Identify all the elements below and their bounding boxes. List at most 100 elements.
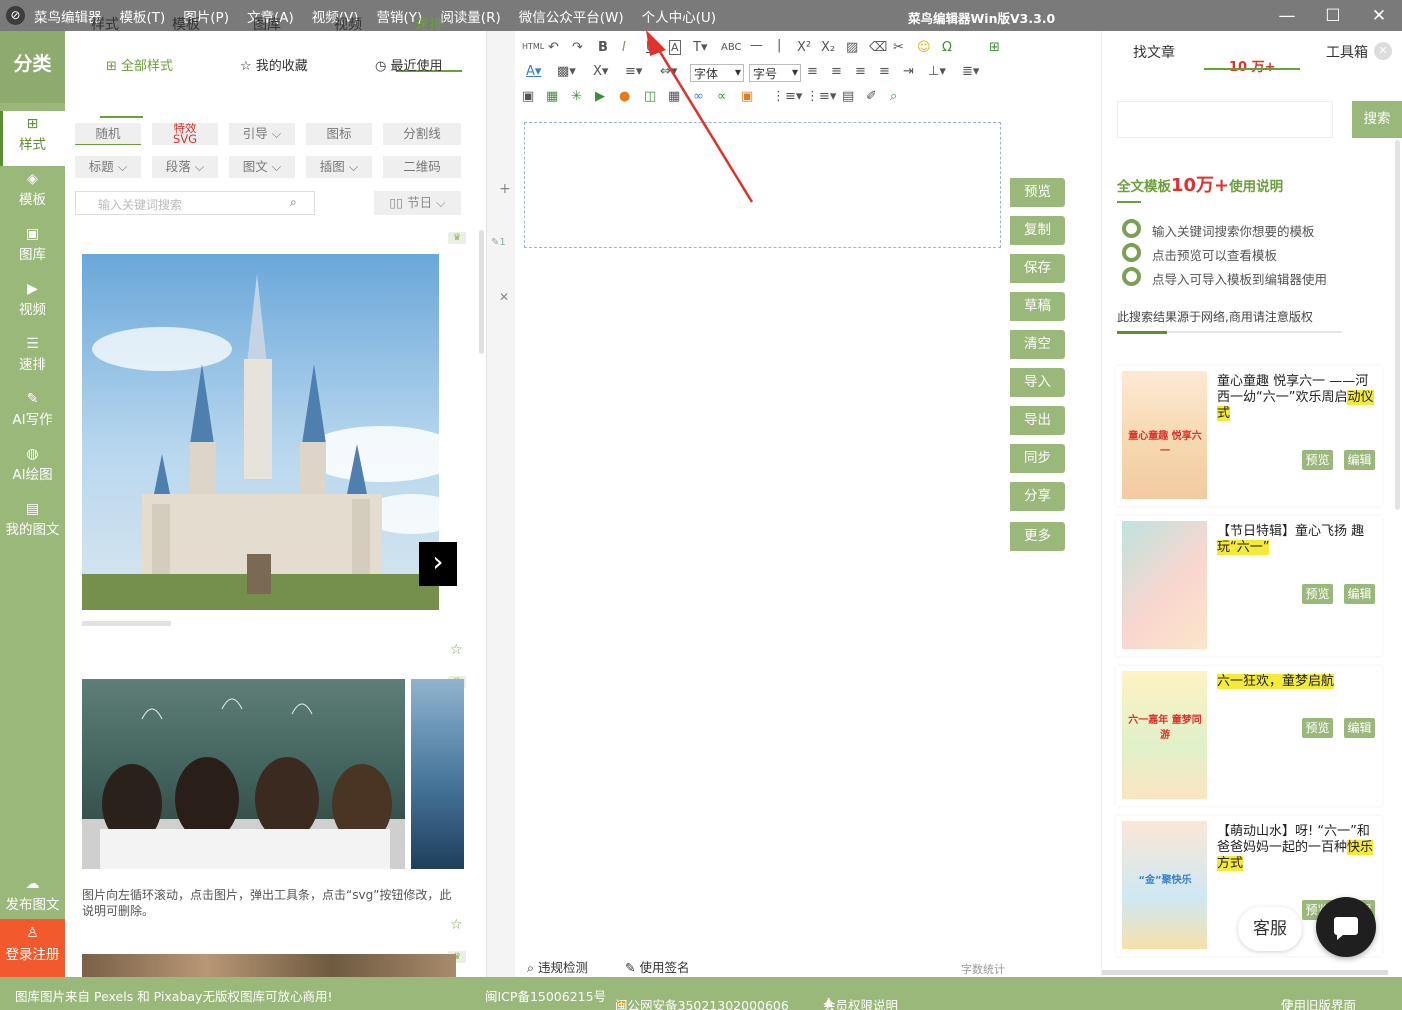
sidebar-item-style[interactable]: ⊞ 样式 <box>0 111 65 166</box>
editor-canvas[interactable] <box>524 122 1001 248</box>
close-icon[interactable]: ✕ <box>1367 4 1391 28</box>
customer-service-button[interactable]: 客服 <box>1238 907 1302 951</box>
menu-readcount[interactable]: 阅读量(R) <box>440 6 500 26</box>
chip-qrcode[interactable]: 二维码 <box>383 156 461 178</box>
menu-template[interactable]: 模板(T) <box>120 6 166 26</box>
preview-button[interactable]: 预览 <box>1010 178 1065 207</box>
subtab-recent[interactable]: ◷ 最近使用 <box>375 55 443 74</box>
login-register-button[interactable]: ♙ 登录注册 <box>0 919 65 977</box>
word-count[interactable]: 字数统计 <box>961 961 1005 977</box>
chat-button[interactable] <box>1316 897 1376 957</box>
tab-video[interactable]: 视频 <box>334 14 362 34</box>
festival-dropdown[interactable]: ▯▯ 节日 ⌵ <box>374 191 461 215</box>
indent-icon[interactable]: ⇥ <box>903 64 914 79</box>
menu-wechat[interactable]: 微信公众平台(W) <box>519 6 624 26</box>
clear-button[interactable]: 清空 <box>1010 330 1065 359</box>
bold-icon[interactable]: B <box>598 40 608 55</box>
chip-svg[interactable]: 特效 SVG <box>152 123 218 145</box>
paste-icon[interactable]: ▤ <box>842 89 854 104</box>
remove-icon[interactable]: ✕ <box>499 290 509 304</box>
insert-gallery-icon[interactable]: ▦ <box>546 89 558 104</box>
subtab-all-styles[interactable]: ⊞ 全部样式 <box>106 55 173 74</box>
chip-title[interactable]: 标题 ⌵ <box>75 156 141 178</box>
right-hscrollbar[interactable] <box>1102 970 1388 975</box>
chip-paragraph[interactable]: 段落 ⌵ <box>152 156 218 178</box>
background-color-icon[interactable]: ▩▾ <box>557 64 576 79</box>
sea-image[interactable] <box>411 679 464 869</box>
carousel-next-button[interactable]: › <box>419 542 457 586</box>
style-search-input[interactable]: 输入关键词搜索 <box>75 191 315 215</box>
girls-chalkboard-image[interactable] <box>82 679 405 869</box>
template-preview-button[interactable]: 预览 <box>1302 450 1333 470</box>
chip-illustration[interactable]: 插图 ⌵ <box>306 156 372 178</box>
tab-style[interactable]: 样式 <box>91 14 119 34</box>
subtab-favorites[interactable]: ☆ 我的收藏 <box>240 55 308 74</box>
chip-random[interactable]: 随机 <box>75 123 141 145</box>
ordered-list-icon[interactable]: ⋮≡▾ <box>772 89 802 104</box>
tab-gallery[interactable]: 图库 <box>253 14 281 34</box>
chip-guide[interactable]: 引导 ⌵ <box>229 123 295 145</box>
save-button[interactable]: 保存 <box>1010 254 1065 283</box>
heading-icon[interactable]: ≣▾ <box>962 64 979 79</box>
export-button[interactable]: 导出 <box>1010 406 1065 435</box>
insert-image-icon[interactable]: ▣ <box>522 89 534 104</box>
template-card[interactable]: 童心童趣 悦享六一 童心童趣 悦享六一 ——河西一幼“六一”欢乐周启动仪式 预览… <box>1116 366 1382 506</box>
align-right-icon[interactable]: ≡ <box>855 64 866 79</box>
publish-button[interactable]: ☁ 发布图文 <box>0 871 65 921</box>
share-button[interactable]: 分享 <box>1010 482 1065 511</box>
format-brush-icon[interactable]: ✂ <box>893 40 904 55</box>
superscript-icon[interactable]: X² <box>797 40 811 55</box>
template-preview-button[interactable]: 预览 <box>1302 584 1333 604</box>
html-icon[interactable]: HTML <box>522 42 544 51</box>
eraser-icon[interactable]: ⌫ <box>869 40 887 55</box>
align-left-icon[interactable]: ≡ <box>807 64 818 79</box>
insert-video-icon[interactable]: ▶ <box>595 89 605 104</box>
template-edit-button[interactable]: 编辑 <box>1344 584 1375 604</box>
sidebar-item-gallery[interactable]: ▣ 图库 <box>0 221 65 276</box>
sidebar-item-quicklayout[interactable]: ☰ 速排 <box>0 331 65 386</box>
template-edit-button[interactable]: 编辑 <box>1344 450 1375 470</box>
draft-button[interactable]: 草稿 <box>1010 292 1065 321</box>
chip-image-text[interactable]: 图文 ⌵ <box>229 156 295 178</box>
paragraph-spacing-icon[interactable]: ⊥▾ <box>928 64 946 79</box>
template-search-button[interactable]: 搜索 <box>1352 101 1402 138</box>
align-justify-icon[interactable]: ≡ <box>879 64 890 79</box>
align-center-icon[interactable]: ≡ <box>831 64 842 79</box>
tab-toolbox[interactable]: 工具箱 <box>1326 42 1368 62</box>
redo-icon[interactable]: ↷ <box>572 40 583 55</box>
chip-icon[interactable]: 图标 <box>306 123 372 145</box>
chip-divider[interactable]: 分割线 <box>383 123 461 145</box>
italic-icon[interactable]: I <box>622 40 626 55</box>
unordered-list-icon[interactable]: ⋮≡▾ <box>806 89 836 104</box>
wood-image[interactable] <box>82 954 456 977</box>
sidebar-item-video[interactable]: ▶ 视频 <box>0 276 65 331</box>
pattern-icon[interactable]: ▨ <box>846 40 858 55</box>
sync-button[interactable]: 同步 <box>1010 444 1065 473</box>
favorite-star-icon[interactable]: ☆ <box>450 917 463 933</box>
template-preview-button[interactable]: 预览 <box>1302 718 1333 738</box>
footer-icp-link[interactable]: 闽ICP备15006215号 <box>485 986 606 1005</box>
add-icon[interactable]: + <box>499 181 511 197</box>
separator-icon[interactable]: | <box>777 38 781 53</box>
favorite-star-icon[interactable]: ☆ <box>450 642 463 658</box>
template-edit-button[interactable]: 编辑 <box>1344 718 1375 738</box>
undo-icon[interactable]: ↶ <box>548 40 559 55</box>
sidebar-item-my-articles[interactable]: ▤ 我的图文 <box>0 496 65 551</box>
tab-100k[interactable]: 10 万+ <box>1229 56 1276 75</box>
copy-button[interactable]: 复制 <box>1010 216 1065 245</box>
zoom-icon[interactable]: ⌕ <box>890 89 897 104</box>
template-search-input[interactable] <box>1117 101 1333 138</box>
special-char-icon[interactable]: Ω <box>942 40 952 55</box>
sidebar-item-ai-drawing[interactable]: ◍ AI绘图 <box>0 441 65 496</box>
compliance-check-button[interactable]: ⌕ 违规检测 <box>527 957 588 976</box>
castle-image[interactable] <box>82 254 439 610</box>
more-button[interactable]: 更多 <box>1010 522 1065 551</box>
font-color-icon[interactable]: A▾ <box>526 64 541 79</box>
sidebar-item-template[interactable]: ◈ 模板 <box>0 166 65 221</box>
tab-find-article[interactable]: 找文章 <box>1133 42 1175 62</box>
magic-icon[interactable]: ✳ <box>571 89 582 104</box>
brush-icon[interactable]: ✐ <box>866 89 877 104</box>
menu-personal[interactable]: 个人中心(U) <box>642 6 716 26</box>
panel-scrollbar[interactable] <box>479 230 484 354</box>
template-card[interactable]: 六一嘉年 童梦同游 六一狂欢，童梦启航 预览 编辑 <box>1116 666 1382 806</box>
